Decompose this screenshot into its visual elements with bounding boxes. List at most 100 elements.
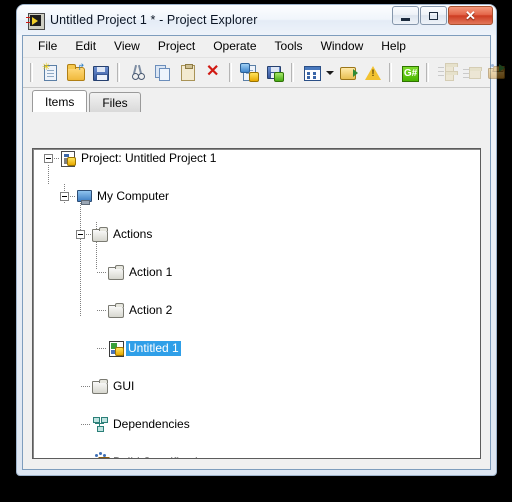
new-vi-icon bbox=[240, 63, 259, 82]
tree-connector bbox=[97, 272, 107, 273]
cut-button[interactable] bbox=[126, 61, 149, 84]
open-folder-icon: ↱ bbox=[67, 63, 85, 81]
tree-row-action-2[interactable]: Action 2 bbox=[33, 301, 480, 320]
tree-connector bbox=[97, 310, 107, 311]
build-spec-icon bbox=[92, 452, 108, 458]
cut-icon bbox=[129, 64, 146, 81]
tree-row-build-specifications[interactable]: Build Specifications bbox=[33, 452, 480, 458]
copy-icon bbox=[154, 64, 171, 81]
toolbar: ✳ ↱ ✕ ! G# bbox=[23, 58, 505, 88]
minimize-button[interactable] bbox=[392, 6, 419, 25]
labview-project-icon bbox=[26, 12, 45, 30]
save-all-icon bbox=[266, 64, 284, 82]
tab-strip: Items Files bbox=[23, 88, 490, 112]
tree-row-dependencies[interactable]: Dependencies bbox=[33, 415, 480, 434]
tree-label-dependencies: Dependencies bbox=[113, 417, 190, 431]
arrange-view-button[interactable] bbox=[300, 61, 323, 84]
tree-row-untitled-1[interactable]: Untitled 1 bbox=[33, 339, 480, 358]
maximize-button[interactable] bbox=[420, 6, 447, 25]
project-icon bbox=[60, 150, 76, 167]
menu-item-file[interactable]: File bbox=[29, 37, 66, 56]
delete-icon: ✕ bbox=[206, 63, 220, 80]
project-tree[interactable]: Project: Untitled Project 1 My Computer … bbox=[32, 148, 481, 459]
maximize-icon bbox=[429, 11, 438, 20]
tree-label-untitled-1: Untitled 1 bbox=[126, 341, 181, 356]
tree-connector bbox=[48, 165, 49, 185]
paste-icon bbox=[179, 64, 196, 81]
project-explorer-window: Untitled Project 1 * - Project Explorer … bbox=[16, 4, 505, 476]
g-sharp-icon: G# bbox=[401, 64, 419, 82]
tree-row-gui[interactable]: GUI bbox=[33, 377, 480, 396]
close-icon: ✕ bbox=[465, 8, 476, 23]
package-icon bbox=[463, 64, 482, 81]
menu-item-project[interactable]: Project bbox=[149, 37, 204, 56]
tab-items[interactable]: Items bbox=[32, 90, 88, 112]
menu-item-operate[interactable]: Operate bbox=[204, 37, 265, 56]
menu-item-tools[interactable]: Tools bbox=[266, 37, 312, 56]
tree-label-actions: Actions bbox=[113, 227, 153, 241]
build-list-icon bbox=[438, 63, 458, 81]
tree-label-my-computer: My Computer bbox=[97, 189, 170, 203]
window-controls: ✕ bbox=[391, 6, 493, 25]
tree-label-project: Project: Untitled Project 1 bbox=[81, 151, 217, 165]
toolbar-separator bbox=[425, 63, 431, 82]
tree-label-build-specifications: Build Specifications bbox=[111, 455, 219, 458]
toolbar-separator bbox=[290, 63, 296, 82]
menu-item-help[interactable]: Help bbox=[372, 37, 415, 56]
new-vi-button[interactable] bbox=[238, 61, 261, 84]
deploy-icon bbox=[488, 64, 505, 81]
tree-connector bbox=[81, 424, 91, 425]
folder-icon bbox=[92, 378, 108, 394]
my-computer-icon bbox=[76, 188, 92, 205]
menu-bar: File Edit View Project Operate Tools Win… bbox=[23, 36, 490, 58]
tree-connector bbox=[81, 386, 91, 387]
folder-icon bbox=[108, 264, 124, 280]
expander-my-computer[interactable] bbox=[60, 192, 69, 201]
tree-connector bbox=[80, 203, 81, 317]
paste-button[interactable] bbox=[176, 61, 199, 84]
tree-row-project[interactable]: Project: Untitled Project 1 bbox=[33, 149, 480, 168]
tree-label-action-1: Action 1 bbox=[129, 265, 173, 279]
window-title: Untitled Project 1 * - Project Explorer bbox=[50, 13, 258, 27]
new-file-button[interactable]: ✳ bbox=[39, 61, 62, 84]
run-button[interactable] bbox=[336, 61, 359, 84]
warning-button[interactable] bbox=[361, 61, 384, 84]
save-icon bbox=[92, 64, 109, 81]
toolbar-separator bbox=[29, 63, 35, 82]
copy-button[interactable] bbox=[151, 61, 174, 84]
new-file-icon: ✳ bbox=[42, 62, 59, 81]
toolbar-separator bbox=[388, 63, 394, 82]
toolbar-separator bbox=[228, 63, 234, 82]
folder-icon bbox=[92, 226, 108, 242]
close-button[interactable]: ✕ bbox=[448, 6, 493, 25]
view-dropdown-arrow[interactable] bbox=[324, 61, 335, 84]
warning-icon bbox=[364, 64, 381, 81]
menu-item-window[interactable]: Window bbox=[312, 37, 373, 56]
menu-item-edit[interactable]: Edit bbox=[66, 37, 105, 56]
g-sharp-button[interactable]: G# bbox=[398, 61, 421, 84]
title-bar[interactable]: Untitled Project 1 * - Project Explorer … bbox=[17, 5, 496, 35]
run-arrow-icon bbox=[339, 64, 358, 81]
menu-item-view[interactable]: View bbox=[105, 37, 149, 56]
build-list-button[interactable] bbox=[435, 61, 458, 84]
toolbar-separator bbox=[116, 63, 122, 82]
tab-files[interactable]: Files bbox=[89, 92, 141, 112]
minimize-icon bbox=[401, 17, 410, 21]
arrange-view-icon bbox=[303, 64, 321, 81]
sparkle-icon: ✳ bbox=[42, 62, 51, 73]
tree-row-my-computer[interactable]: My Computer bbox=[33, 187, 480, 206]
delete-button[interactable]: ✕ bbox=[201, 61, 224, 84]
tree-label-action-2: Action 2 bbox=[129, 303, 173, 317]
tree-label-gui: GUI bbox=[113, 379, 135, 393]
open-project-button[interactable]: ↱ bbox=[64, 61, 87, 84]
save-button[interactable] bbox=[89, 61, 112, 84]
vi-icon bbox=[108, 340, 124, 357]
expander-project[interactable] bbox=[44, 154, 53, 163]
deploy-button[interactable] bbox=[485, 61, 508, 84]
save-all-button[interactable] bbox=[263, 61, 286, 84]
tree-row-actions[interactable]: Actions bbox=[33, 225, 480, 244]
expander-actions[interactable] bbox=[76, 230, 85, 239]
tree-row-action-1[interactable]: Action 1 bbox=[33, 263, 480, 282]
package-button[interactable] bbox=[460, 61, 483, 84]
folder-icon bbox=[108, 302, 124, 318]
